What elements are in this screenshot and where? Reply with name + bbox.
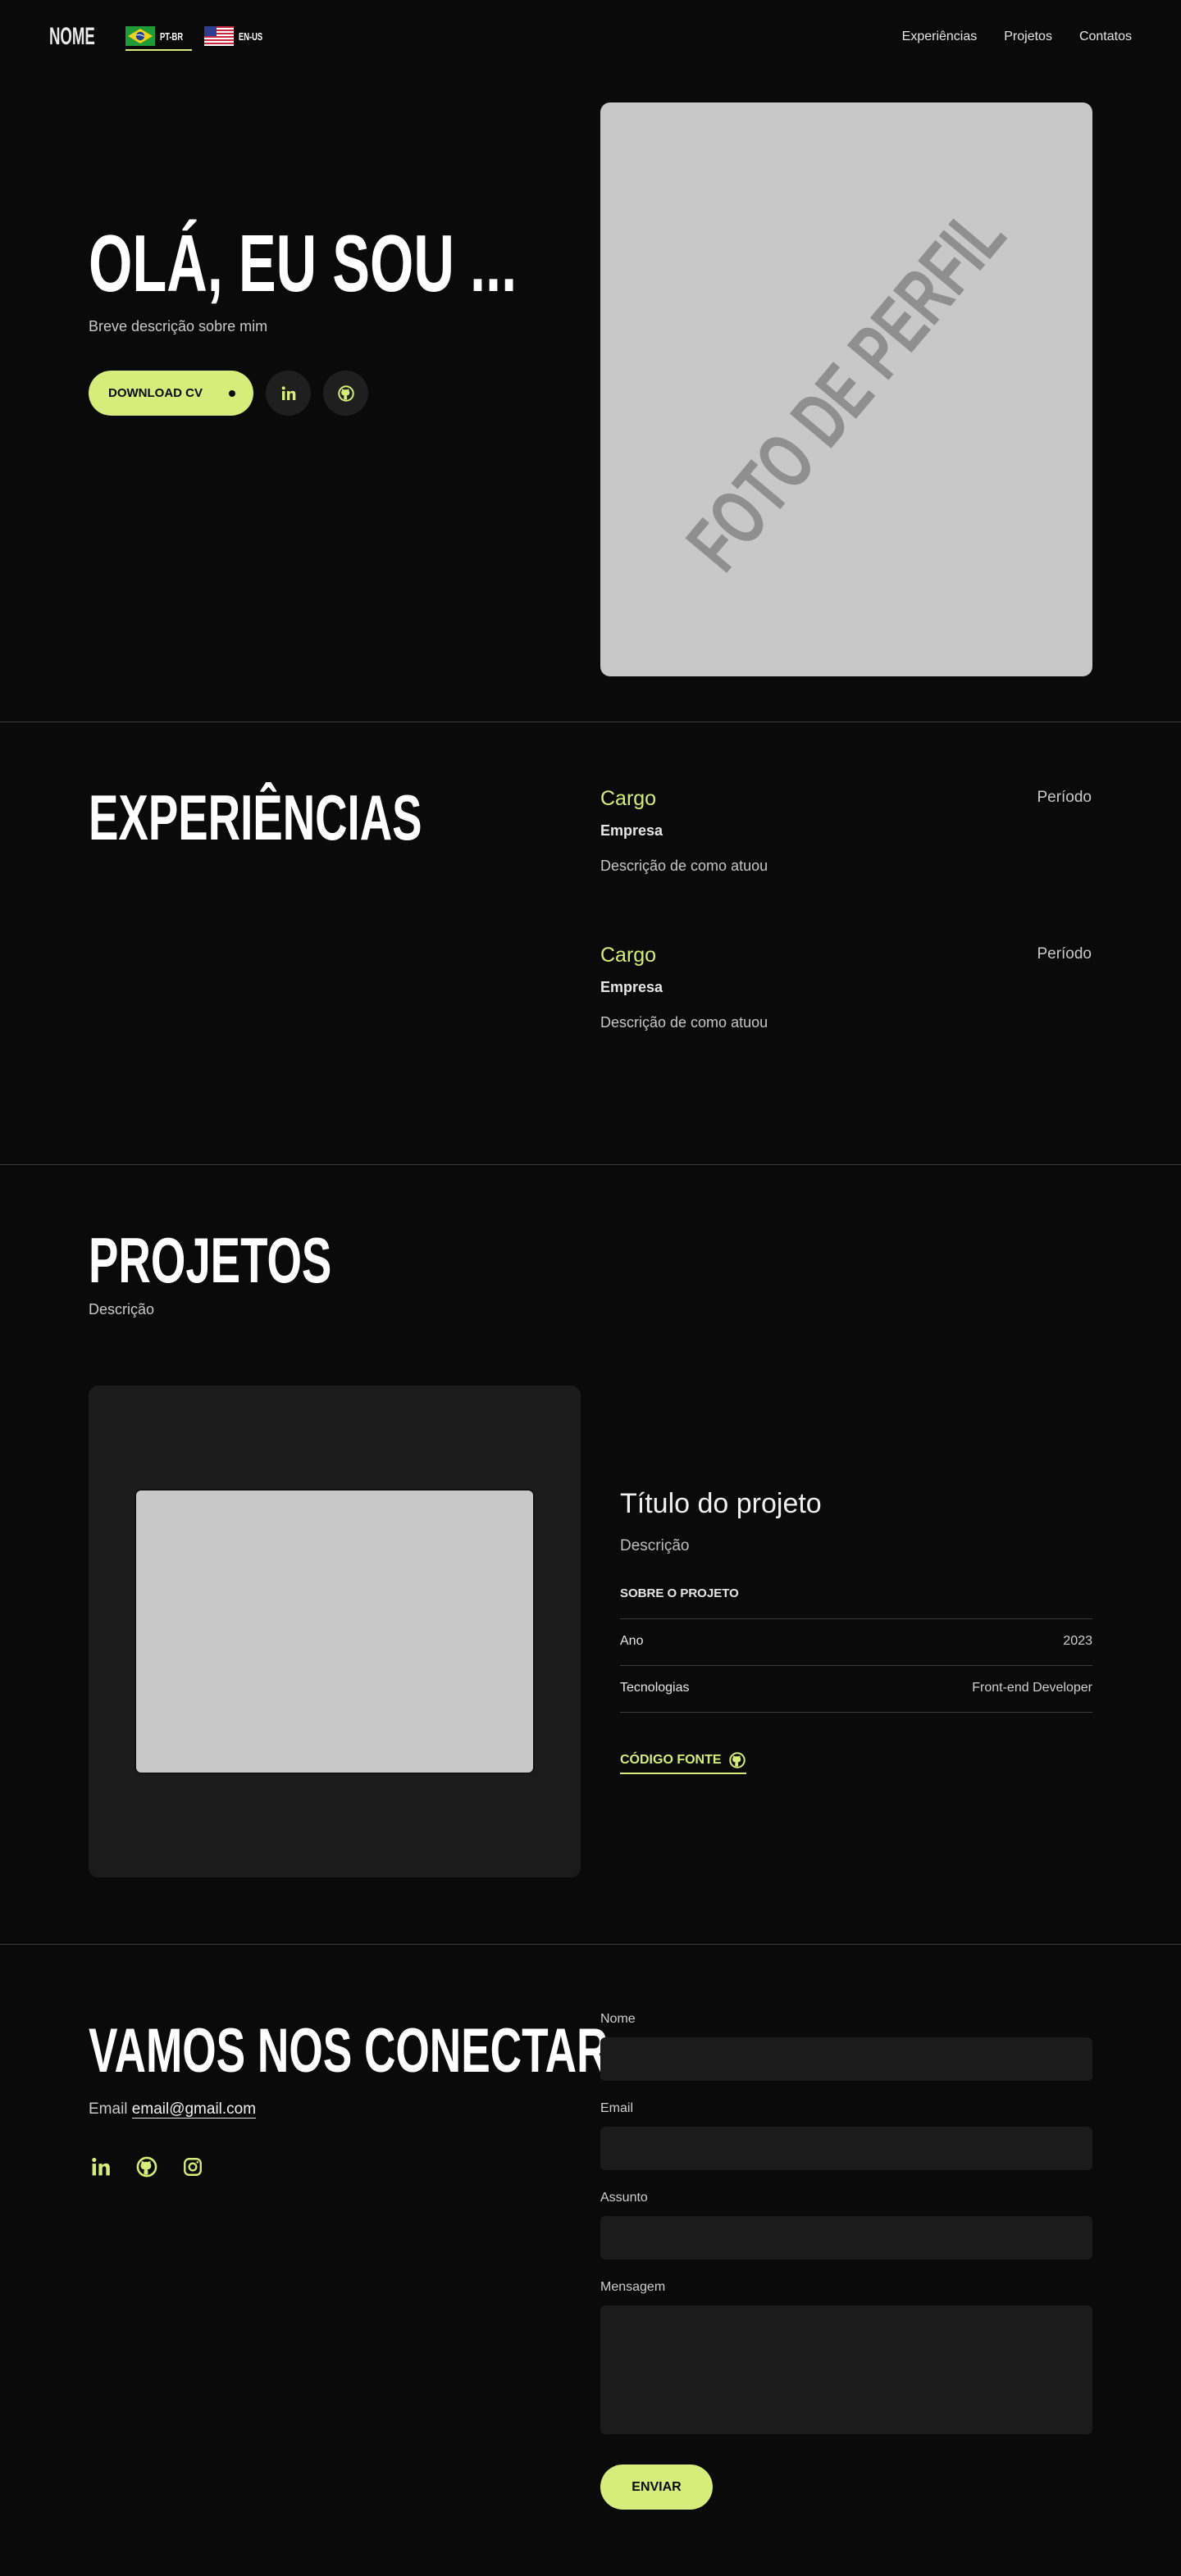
project-row-divider xyxy=(620,1618,1092,1619)
linkedin-icon xyxy=(281,385,295,400)
project-about-label: SOBRE O PROJETO xyxy=(620,1586,739,1600)
github-icon xyxy=(337,385,354,402)
experience-descricao: Descrição de como atuou xyxy=(600,1014,768,1031)
source-code-label: CÓDIGO FONTE xyxy=(620,1753,722,1767)
name-field-label: Nome xyxy=(600,2012,636,2026)
send-button[interactable]: ENVIAR xyxy=(600,2464,713,2510)
email-field[interactable] xyxy=(600,2127,1092,2170)
language-en-us[interactable]: EN-US xyxy=(204,26,271,46)
project-row-key: Ano xyxy=(620,1634,644,1648)
experience-descricao: Descrição de como atuou xyxy=(600,858,768,874)
hero-linkedin-button[interactable] xyxy=(266,371,311,416)
hero-description: Breve descrição sobre mim xyxy=(89,318,268,335)
project-screenshot-placeholder xyxy=(135,1489,535,1774)
linkedin-icon xyxy=(92,2157,110,2176)
github-icon xyxy=(136,2156,157,2178)
contact-email-label: Email xyxy=(89,2100,128,2118)
experience-empresa: Empresa xyxy=(600,822,663,839)
language-label: PT-BR xyxy=(160,30,184,43)
download-cv-label: DOWNLOAD CV xyxy=(108,386,203,400)
nav-item-projetos[interactable]: Projetos xyxy=(1004,30,1052,44)
project-description: Descrição xyxy=(620,1537,690,1554)
contact-title: VAMOS NOS CONECTAR xyxy=(89,2016,609,2086)
message-field[interactable] xyxy=(600,2305,1092,2434)
site-logo[interactable]: NOME xyxy=(49,23,95,51)
hero-github-button[interactable] xyxy=(323,371,368,416)
instagram-icon xyxy=(184,2158,202,2176)
contact-instagram-button[interactable] xyxy=(180,2155,205,2179)
language-pt-br[interactable]: PT-BR xyxy=(125,26,192,51)
name-field[interactable] xyxy=(600,2037,1092,2081)
github-icon xyxy=(728,1752,746,1768)
download-cv-button[interactable]: DOWNLOAD CV xyxy=(89,371,253,416)
subject-field-label: Assunto xyxy=(600,2191,648,2205)
contact-email: Email email@gmail.com xyxy=(89,2100,257,2119)
subject-field[interactable] xyxy=(600,2216,1092,2260)
contact-linkedin-button[interactable] xyxy=(89,2155,113,2179)
nav-item-experiencias[interactable]: Experiências xyxy=(902,30,978,44)
contact-github-button[interactable] xyxy=(135,2155,159,2179)
profile-photo-label: FOTO DE PERFIL xyxy=(670,191,1022,587)
message-field-label: Mensagem xyxy=(600,2280,666,2294)
main-nav: Experiências Projetos Contatos xyxy=(902,30,1132,44)
brazil-flag-icon xyxy=(125,26,155,46)
experience-empresa: Empresa xyxy=(600,979,663,995)
experience-cargo: Cargo xyxy=(600,787,657,810)
project-row-value: 2023 xyxy=(1063,1634,1092,1648)
contact-social-icons xyxy=(89,2155,205,2179)
source-code-link[interactable]: CÓDIGO FONTE xyxy=(620,1751,746,1774)
project-row-divider xyxy=(620,1712,1092,1713)
project-row-value: Front-end Developer xyxy=(972,1681,1092,1695)
project-row-key: Tecnologias xyxy=(620,1681,690,1695)
download-dot-icon xyxy=(229,390,235,397)
projects-description: Descrição xyxy=(89,1301,155,1318)
hero-title: OLÁ, EU SOU ... xyxy=(89,218,518,308)
section-divider xyxy=(0,1944,1181,1945)
experience-periodo: Período xyxy=(1037,945,1092,963)
usa-flag-icon xyxy=(204,26,234,46)
email-field-label: Email xyxy=(600,2101,634,2115)
contact-email-link[interactable]: email@gmail.com xyxy=(131,2100,257,2119)
experience-periodo: Período xyxy=(1037,789,1092,806)
profile-photo-placeholder: FOTO DE PERFIL xyxy=(600,102,1092,676)
nav-item-contatos[interactable]: Contatos xyxy=(1079,30,1132,44)
project-row-divider xyxy=(620,1665,1092,1666)
project-title: Título do projeto xyxy=(620,1488,822,1519)
projects-title: PROJETOS xyxy=(89,1224,332,1296)
section-divider xyxy=(0,721,1181,722)
experience-title: EXPERIÊNCIAS xyxy=(89,781,422,853)
section-divider xyxy=(0,1164,1181,1165)
experience-cargo: Cargo xyxy=(600,944,657,967)
language-label: EN-US xyxy=(239,30,263,43)
